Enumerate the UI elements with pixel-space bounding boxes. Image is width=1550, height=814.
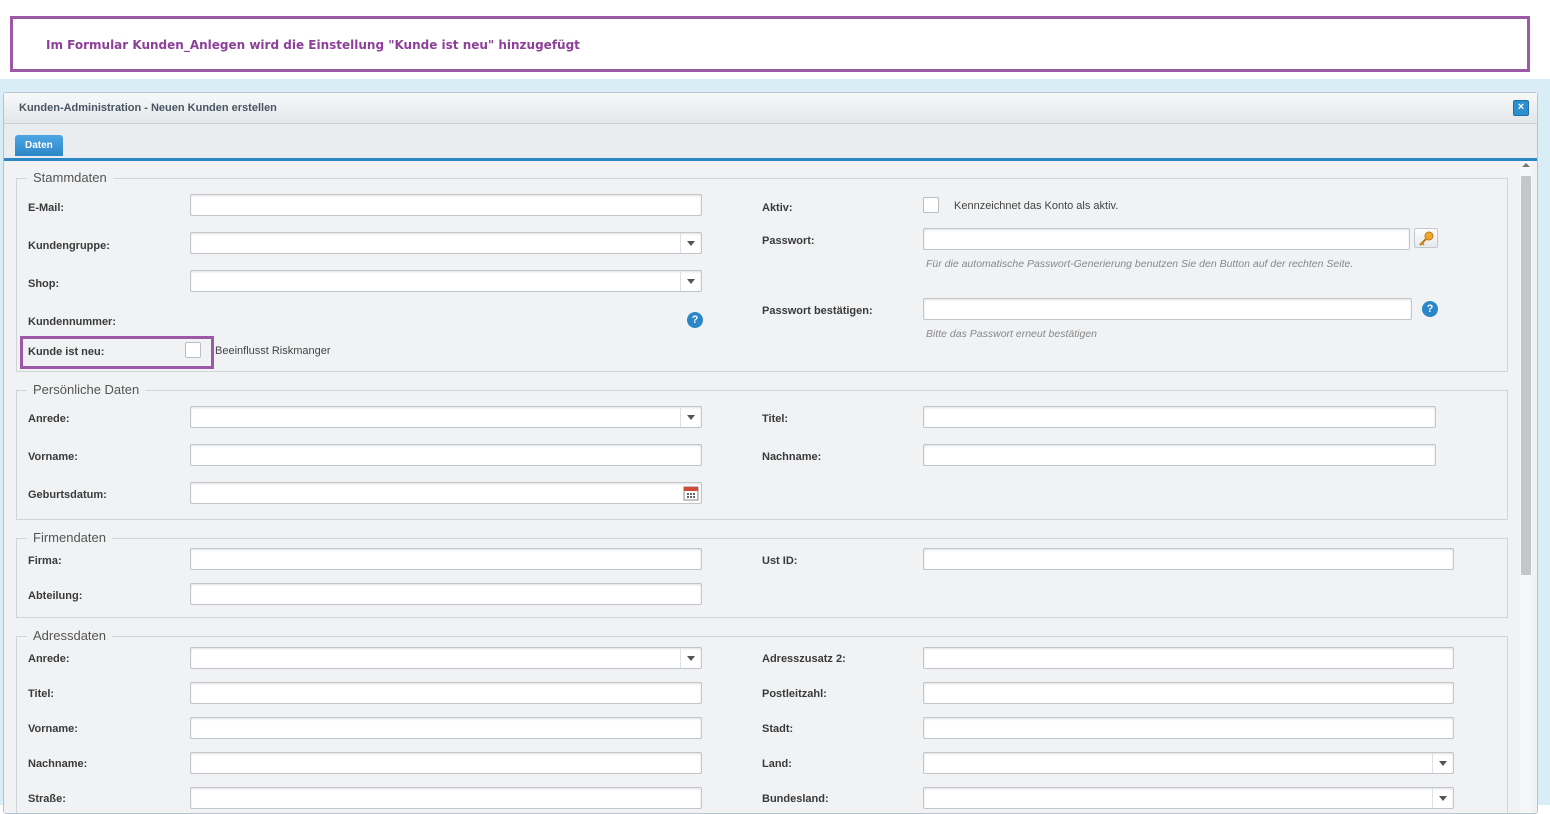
scrollbar-thumb[interactable] — [1521, 176, 1531, 575]
adress-titel-field[interactable] — [190, 682, 702, 704]
generate-password-button[interactable] — [1414, 228, 1438, 248]
fieldset-stammdaten: Stammdaten E-Mail: Kundengruppe: Shop: K… — [16, 170, 1508, 372]
adress-nachname-label: Nachname: — [28, 758, 88, 770]
fieldset-adressdaten: Adressdaten Anrede: Titel: Vorname: Nach… — [16, 628, 1508, 813]
fieldset-firmendaten: Firmendaten Firma: Abteilung: Ust ID: — [16, 530, 1508, 618]
passwort-bestaetigen-label: Passwort bestätigen: — [762, 305, 873, 317]
legend-adressdaten: Adressdaten — [27, 628, 112, 643]
desktop-background: Kunden-Administration - Neuen Kunden ers… — [0, 79, 1550, 814]
firma-label: Firma: — [28, 555, 62, 567]
scroll-up-icon[interactable] — [1522, 163, 1530, 167]
adress-anrede-select[interactable] — [190, 647, 702, 669]
bundesland-label: Bundesland: — [762, 793, 829, 805]
adress-titel-label: Titel: — [28, 688, 55, 700]
abteilung-label: Abteilung: — [28, 590, 83, 602]
kunde-ist-neu-label: Kunde ist neu: — [28, 346, 105, 358]
aktiv-note: Kennzeichnet das Konto als aktiv. — [954, 200, 1119, 212]
aktiv-checkbox[interactable] — [923, 197, 939, 213]
nachname-field[interactable] — [923, 444, 1436, 466]
passwort-label: Passwort: — [762, 235, 815, 247]
adress-vorname-field[interactable] — [190, 717, 702, 739]
adresszusatz2-field[interactable] — [923, 647, 1454, 669]
chevron-down-icon[interactable] — [680, 271, 701, 291]
passwort-bestaetigen-field[interactable] — [923, 298, 1412, 320]
fieldset-persoenliche-daten: Persönliche Daten Anrede: Vorname: Gebur… — [16, 382, 1508, 520]
ust-id-label: Ust ID: — [762, 555, 798, 567]
anrede-label: Anrede: — [28, 413, 70, 425]
land-label: Land: — [762, 758, 792, 770]
strasse-label: Straße: — [28, 793, 66, 805]
titel-label: Titel: — [762, 413, 789, 425]
strasse-field[interactable] — [190, 787, 702, 809]
kundengruppe-label: Kundengruppe: — [28, 240, 110, 252]
geburtsdatum-label: Geburtsdatum: — [28, 489, 107, 501]
bundesland-select[interactable] — [923, 787, 1454, 809]
vertical-scrollbar[interactable] — [1520, 161, 1532, 813]
kundennummer-label: Kundennummer: — [28, 316, 116, 328]
aktiv-label: Aktiv: — [762, 202, 793, 214]
close-icon[interactable]: × — [1513, 100, 1529, 116]
adress-nachname-field[interactable] — [190, 752, 702, 774]
help-icon[interactable]: ? — [1422, 301, 1438, 317]
tab-bar: Daten — [4, 124, 1537, 161]
kunde-ist-neu-note: Beeinflusst Riskmanger — [215, 345, 331, 357]
vorname-label: Vorname: — [28, 451, 78, 463]
annotation-text: Im Formular Kunden_Anlegen wird die Eins… — [46, 38, 580, 52]
adress-vorname-label: Vorname: — [28, 723, 78, 735]
passwort-bestaetigen-hint: Bitte das Passwort erneut bestätigen — [926, 328, 1098, 340]
titel-field[interactable] — [923, 406, 1436, 428]
ust-id-field[interactable] — [923, 548, 1454, 570]
calendar-icon[interactable] — [683, 485, 699, 501]
adress-anrede-label: Anrede: — [28, 653, 70, 665]
stadt-field[interactable] — [923, 717, 1454, 739]
chevron-down-icon[interactable] — [680, 648, 701, 668]
annotation-box: Im Formular Kunden_Anlegen wird die Eins… — [10, 16, 1530, 72]
tab-daten[interactable]: Daten — [15, 135, 63, 156]
nachname-label: Nachname: — [762, 451, 822, 463]
firma-field[interactable] — [190, 548, 702, 570]
email-label: E-Mail: — [28, 202, 65, 214]
email-field[interactable] — [190, 194, 702, 216]
geburtsdatum-field[interactable] — [190, 482, 702, 504]
postleitzahl-label: Postleitzahl: — [762, 688, 827, 700]
adresszusatz2-label: Adresszusatz 2: — [762, 653, 846, 665]
chevron-down-icon[interactable] — [1432, 753, 1453, 773]
customer-admin-window: Kunden-Administration - Neuen Kunden ers… — [3, 92, 1538, 814]
abteilung-field[interactable] — [190, 583, 702, 605]
land-select[interactable] — [923, 752, 1454, 774]
legend-firmendaten: Firmendaten — [27, 530, 112, 545]
legend-stammdaten: Stammdaten — [27, 170, 113, 185]
form-content: Stammdaten E-Mail: Kundengruppe: Shop: K… — [4, 161, 1519, 813]
kunde-ist-neu-checkbox[interactable] — [185, 342, 201, 358]
chevron-down-icon[interactable] — [680, 407, 701, 427]
legend-persoenliche-daten: Persönliche Daten — [27, 382, 146, 397]
shop-label: Shop: — [28, 278, 60, 290]
passwort-hint: Für die automatische Passwort-Generierun… — [926, 258, 1354, 270]
shop-select[interactable] — [190, 270, 702, 292]
passwort-field[interactable] — [923, 228, 1410, 250]
anrede-select[interactable] — [190, 406, 702, 428]
postleitzahl-field[interactable] — [923, 682, 1454, 704]
vorname-field[interactable] — [190, 444, 702, 466]
chevron-down-icon[interactable] — [680, 233, 701, 253]
help-icon[interactable]: ? — [687, 312, 703, 328]
window-titlebar[interactable]: Kunden-Administration - Neuen Kunden ers… — [4, 93, 1537, 124]
kundengruppe-select[interactable] — [190, 232, 702, 254]
window-title: Kunden-Administration - Neuen Kunden ers… — [19, 102, 277, 114]
chevron-down-icon[interactable] — [1432, 788, 1453, 808]
stadt-label: Stadt: — [762, 723, 794, 735]
key-icon — [1419, 231, 1434, 246]
